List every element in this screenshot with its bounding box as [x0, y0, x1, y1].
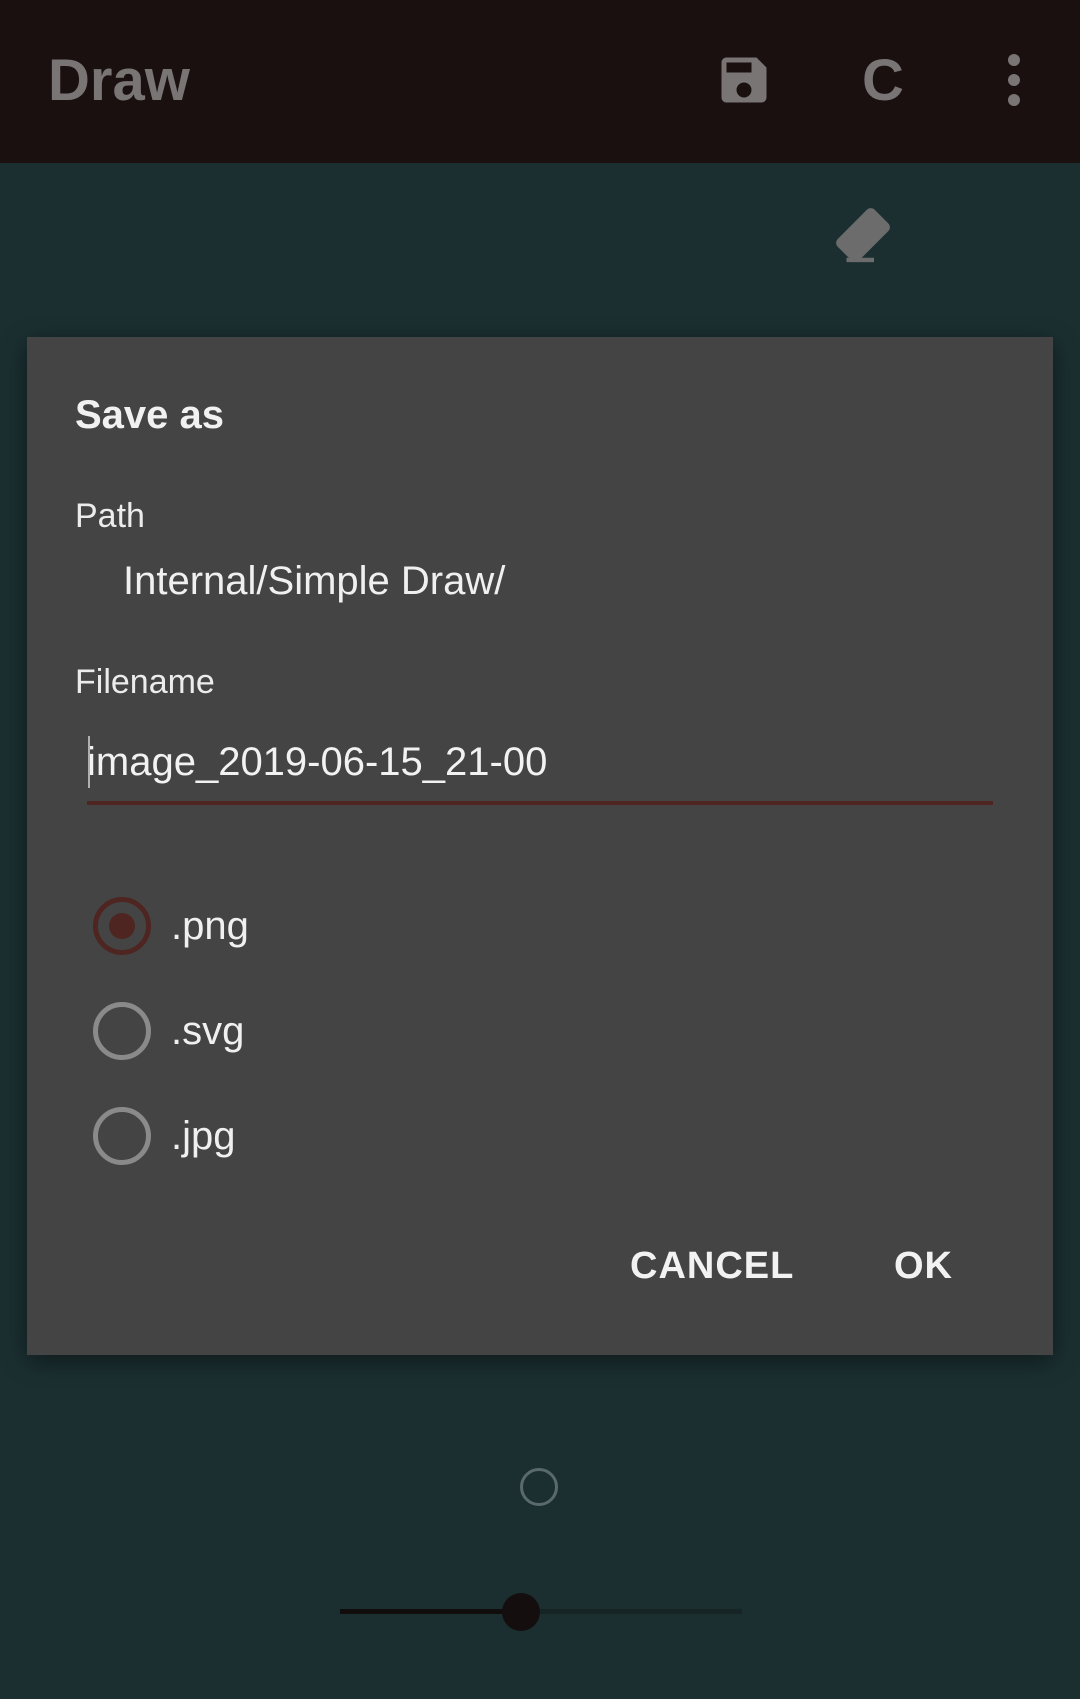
radio-button-svg[interactable]: [93, 1002, 151, 1060]
text-cursor: [88, 736, 90, 788]
format-option-jpg[interactable]: .jpg: [93, 1104, 236, 1168]
app-toolbar: Draw C: [0, 0, 1080, 163]
brush-size-slider[interactable]: [340, 1593, 742, 1631]
radio-button-jpg[interactable]: [93, 1107, 151, 1165]
brush-size-slider-fill: [340, 1609, 521, 1614]
brush-size-slider-thumb[interactable]: [501, 1593, 540, 1631]
dialog-title: Save as: [75, 393, 225, 437]
save-as-dialog: Save as Path Internal/Simple Draw/ Filen…: [27, 337, 1053, 1355]
format-label-jpg: .jpg: [171, 1113, 236, 1158]
format-option-svg[interactable]: .svg: [93, 999, 244, 1063]
format-label-svg: .svg: [171, 1008, 245, 1053]
cancel-button[interactable]: CANCEL: [630, 1245, 794, 1288]
filename-input[interactable]: [87, 733, 993, 805]
color-picker-circle[interactable]: [520, 1468, 558, 1506]
path-label: Path: [75, 497, 145, 535]
format-label-png: .png: [171, 903, 249, 948]
filename-label: Filename: [75, 663, 215, 701]
path-value[interactable]: Internal/Simple Draw/: [123, 559, 505, 604]
app-title: Draw: [48, 48, 190, 113]
clear-button[interactable]: C: [862, 46, 912, 116]
radio-button-png[interactable]: [93, 897, 151, 955]
ok-button[interactable]: OK: [894, 1245, 953, 1288]
format-option-png[interactable]: .png: [93, 894, 249, 958]
eraser-icon[interactable]: [830, 200, 896, 266]
more-options-icon[interactable]: [996, 52, 1032, 108]
save-icon[interactable]: [714, 50, 774, 110]
